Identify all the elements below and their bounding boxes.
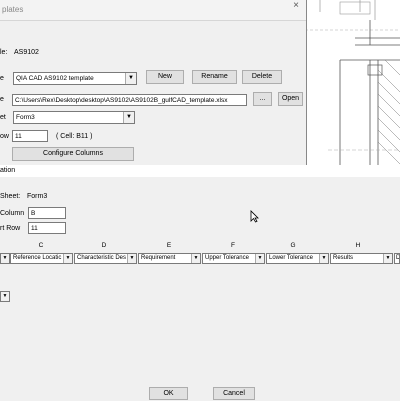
new-template-button[interactable]: New bbox=[146, 70, 184, 84]
mouse-cursor-icon bbox=[250, 210, 259, 223]
column-mapping-h-value: Results bbox=[333, 255, 354, 261]
code-value: AS9102 bbox=[14, 49, 39, 56]
column-mapping-c[interactable]: Reference Locatic ▼ bbox=[10, 253, 73, 264]
start-row-field-2[interactable]: 11 bbox=[28, 222, 66, 234]
column-mapping-d[interactable]: Characteristic Des ▼ bbox=[74, 253, 137, 264]
templates-dialog-titlebar: plates bbox=[0, 0, 306, 21]
cancel-button[interactable]: Cancel bbox=[213, 387, 255, 400]
chevron-down-icon: ▼ bbox=[125, 73, 136, 84]
file-path-field[interactable]: C:\Users\Rex\Desktop\desktop\AS9102\AS91… bbox=[12, 94, 247, 106]
sheet-label-2: Sheet: bbox=[0, 193, 21, 200]
cad-drawing-background bbox=[300, 0, 400, 175]
column-mapping-b[interactable]: ▼ bbox=[0, 253, 10, 264]
column-mapping-e-value: Requirement bbox=[141, 255, 176, 261]
column-letter-c: C bbox=[38, 242, 44, 249]
template-label: e bbox=[0, 75, 4, 82]
delete-template-button[interactable]: Delete bbox=[242, 70, 282, 84]
column-field[interactable]: B bbox=[28, 207, 66, 219]
chevron-down-icon: ▼ bbox=[1, 254, 9, 263]
templates-dialog-title: plates bbox=[2, 5, 24, 14]
chevron-down-icon: ▼ bbox=[127, 254, 136, 263]
column-letter-f: F bbox=[231, 242, 235, 249]
column-mapping-d-value: Characteristic Des bbox=[77, 255, 127, 261]
chevron-down-icon: ▼ bbox=[255, 254, 264, 263]
column-mapping-f-value: Upper Tolerance bbox=[205, 255, 249, 261]
column-mapping-c-value: Reference Locatic bbox=[13, 255, 62, 261]
chevron-down-icon: ▼ bbox=[1, 292, 9, 301]
chevron-down-icon: ▼ bbox=[191, 254, 200, 263]
file-label: e bbox=[0, 96, 4, 103]
browse-button[interactable]: ... bbox=[253, 92, 272, 106]
cell-info: ( Cell: B11 ) bbox=[56, 133, 93, 140]
column-label: Column bbox=[0, 210, 25, 217]
open-file-button[interactable]: Open bbox=[278, 92, 303, 106]
secondary-mapping-dropdown[interactable]: ▼ bbox=[0, 291, 10, 302]
sheet-dropdown[interactable]: Form3 ▼ bbox=[13, 111, 135, 124]
column-mapping-g[interactable]: Lower Tolerance ▼ bbox=[266, 253, 329, 264]
configuration-dialog-titlebar: ation bbox=[0, 165, 400, 177]
column-mapping-f[interactable]: Upper Tolerance ▼ bbox=[202, 253, 265, 264]
chevron-down-icon: ▼ bbox=[319, 254, 328, 263]
column-mapping-i-value: D bbox=[396, 255, 400, 261]
column-letter-e: E bbox=[166, 242, 172, 249]
sheet-value-2: Form3 bbox=[27, 193, 48, 200]
column-configuration-dialog bbox=[0, 165, 400, 401]
template-dropdown[interactable]: QIA CAD AS9102 template ▼ bbox=[13, 72, 137, 85]
column-mapping-h[interactable]: Results ▼ bbox=[330, 253, 393, 264]
row-label: ow bbox=[0, 133, 9, 140]
configure-columns-button[interactable]: Configure Columns bbox=[12, 147, 134, 161]
column-mapping-e[interactable]: Requirement ▼ bbox=[138, 253, 201, 264]
ok-button[interactable]: OK bbox=[149, 387, 188, 400]
sheet-dropdown-value: Form3 bbox=[16, 114, 35, 121]
sheet-label: et bbox=[0, 114, 6, 121]
start-row-label: rt Row bbox=[0, 225, 21, 232]
chevron-down-icon: ▼ bbox=[123, 112, 134, 123]
column-letter-d: D bbox=[101, 242, 107, 249]
column-letter-g: G bbox=[290, 242, 296, 249]
column-mapping-g-value: Lower Tolerance bbox=[269, 255, 313, 261]
cad-drawing-lines bbox=[300, 0, 400, 165]
rename-template-button[interactable]: Rename bbox=[192, 70, 237, 84]
close-icon[interactable]: × bbox=[287, 0, 305, 12]
chevron-down-icon: ▼ bbox=[63, 254, 72, 263]
code-label: le: bbox=[0, 49, 8, 56]
chevron-down-icon: ▼ bbox=[383, 254, 392, 263]
configuration-dialog-title: ation bbox=[0, 167, 16, 174]
column-letter-h: H bbox=[355, 242, 361, 249]
start-row-field[interactable]: 11 bbox=[12, 130, 48, 142]
column-mapping-i[interactable]: D bbox=[394, 253, 400, 264]
template-dropdown-value: QIA CAD AS9102 template bbox=[16, 75, 94, 82]
